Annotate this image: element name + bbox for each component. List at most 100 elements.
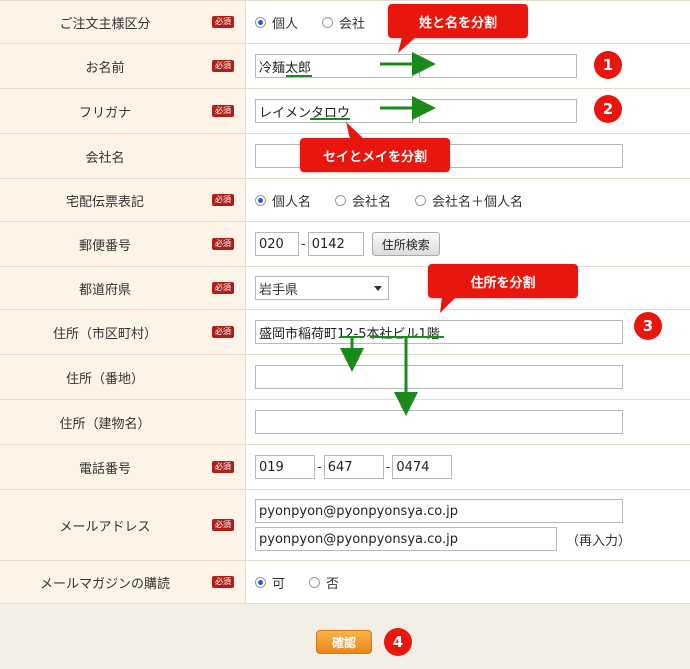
radio-dot <box>335 194 347 206</box>
first-kana-input[interactable] <box>419 99 577 123</box>
slip-label: 宅配伝票表記 <box>65 194 144 210</box>
radio-magazine-no[interactable]: 否 <box>309 573 339 592</box>
reenter-note: （再入力） <box>566 533 632 549</box>
row-prefecture: 都道府県 必須 岩手県 <box>0 267 690 310</box>
phone-part1-input[interactable]: 019 <box>255 455 315 479</box>
label-cell: お名前 必須 <box>0 44 246 88</box>
radio-slip-both[interactable]: 会社名＋個人名 <box>415 191 523 210</box>
label-cell: メールマガジンの購読 必須 <box>0 561 246 603</box>
last-name-input[interactable]: 冷麺太郎 <box>255 54 413 78</box>
row-address-building: 住所（建物名） <box>0 400 690 445</box>
kana-label: フリガナ <box>78 105 131 121</box>
radio-label: 個人名 <box>272 194 312 210</box>
address-building-input[interactable] <box>255 410 623 434</box>
phone-dash: - <box>385 459 391 475</box>
address-number-label: 住所（番地） <box>65 371 144 387</box>
radio-individual[interactable]: 個人 <box>255 13 298 32</box>
label-cell: 都道府県 必須 <box>0 267 246 309</box>
required-badge: 必須 <box>212 326 234 338</box>
label-cell: 住所（番地） <box>0 355 246 399</box>
radio-slip-individual[interactable]: 個人名 <box>255 191 311 210</box>
row-magazine: メールマガジンの購読 必須 可 否 <box>0 561 690 604</box>
first-name-input[interactable] <box>419 54 577 78</box>
label-cell: 会社名 <box>0 134 246 178</box>
radio-label: 個人 <box>272 16 299 32</box>
row-name: お名前 必須 冷麺太郎 <box>0 44 690 89</box>
label-cell: ご注文主様区分 必須 <box>0 1 246 43</box>
callout-split-name: 姓と名を分割 <box>388 4 528 53</box>
row-address-number: 住所（番地） <box>0 355 690 400</box>
phone-part3-input[interactable]: 0474 <box>392 455 453 479</box>
field-cell: 可 否 <box>246 561 690 603</box>
prefecture-label: 都道府県 <box>78 282 131 298</box>
email-input[interactable]: pyonpyon@pyonpyonsya.co.jp <box>255 499 623 523</box>
label-cell: 電話番号 必須 <box>0 445 246 489</box>
zip-dash: - <box>301 236 306 252</box>
required-badge: 必須 <box>212 105 234 117</box>
required-badge: 必須 <box>212 16 234 28</box>
callout-text: 住所を分割 <box>470 275 536 291</box>
field-cell: 盛岡市稲荷町12-5本社ビル1階 <box>246 310 690 354</box>
label-cell: メールアドレス 必須 <box>0 490 246 560</box>
name-underline <box>286 75 312 77</box>
email-label: メールアドレス <box>59 519 151 535</box>
zip-part2-input[interactable]: 0142 <box>307 232 364 256</box>
chevron-down-icon <box>374 285 382 291</box>
order-type-label: ご注文主様区分 <box>59 16 151 32</box>
row-slip: 宅配伝票表記 必須 個人名 会社名 会社名＋個人名 <box>0 179 690 222</box>
kana-underline <box>310 118 350 120</box>
radio-company[interactable]: 会社 <box>322 13 365 32</box>
callout-text: 姓と名を分割 <box>418 15 497 31</box>
row-order-type: ご注文主様区分 必須 個人 会社 <box>0 1 690 44</box>
radio-slip-company[interactable]: 会社名 <box>335 191 391 210</box>
label-cell: フリガナ 必須 <box>0 89 246 133</box>
callout-tail <box>346 122 364 139</box>
radio-dot <box>309 576 321 588</box>
field-cell: 冷麺太郎 <box>246 44 690 88</box>
step-4-badge: 4 <box>384 628 412 656</box>
address-building-underline <box>370 336 444 338</box>
callout-split-address: 住所を分割 <box>428 264 578 313</box>
radio-magazine-yes[interactable]: 可 <box>255 573 285 592</box>
prefecture-selected-value: 岩手県 <box>259 282 299 298</box>
prefecture-select[interactable]: 岩手県 <box>255 276 389 300</box>
row-email: メールアドレス 必須 pyonpyon@pyonpyonsya.co.jp py… <box>0 490 690 561</box>
field-cell <box>246 400 690 444</box>
radio-dot <box>255 576 266 588</box>
phone-part2-input[interactable]: 647 <box>323 455 384 479</box>
callout-tail <box>398 37 416 53</box>
radio-dot <box>415 194 427 206</box>
address-building-label: 住所（建物名） <box>59 416 151 432</box>
field-cell: 019 - 647 - 0474 <box>246 445 690 489</box>
field-cell <box>246 355 690 399</box>
radio-label: 会社 <box>339 16 366 32</box>
step-1-badge: 1 <box>594 51 622 79</box>
phone-dash: - <box>317 459 322 475</box>
field-cell: 個人名 会社名 会社名＋個人名 <box>246 179 690 221</box>
field-cell: pyonpyon@pyonpyonsya.co.jp pyonpyon@pyon… <box>246 490 690 560</box>
radio-label: 会社名＋個人名 <box>432 194 524 210</box>
required-badge: 必須 <box>212 60 234 72</box>
address-number-input[interactable] <box>255 365 623 389</box>
row-address-city: 住所（市区町村） 必須 盛岡市稲荷町12-5本社ビル1階 <box>0 310 690 355</box>
callout-split-kana: セイとメイを分割 <box>300 122 450 172</box>
address-search-button[interactable]: 住所検索 <box>371 232 440 256</box>
radio-label: 可 <box>272 576 286 592</box>
email-confirm-input[interactable]: pyonpyon@pyonpyonsya.co.jp <box>255 527 557 551</box>
label-cell: 住所（市区町村） 必須 <box>0 310 246 354</box>
radio-dot <box>255 16 266 28</box>
required-badge: 必須 <box>212 576 234 588</box>
name-label: お名前 <box>85 60 125 76</box>
row-zip: 郵便番号 必須 020 - 0142 住所検索 <box>0 222 690 267</box>
address-number-underline <box>340 336 364 338</box>
required-badge: 必須 <box>212 282 234 294</box>
callout-text: セイとメイを分割 <box>322 149 427 165</box>
company-label: 会社名 <box>85 150 125 166</box>
address-city-input[interactable]: 盛岡市稲荷町12-5本社ビル1階 <box>255 320 623 344</box>
required-badge: 必須 <box>212 461 234 473</box>
zip-part1-input[interactable]: 020 <box>255 232 299 256</box>
required-badge: 必須 <box>212 238 234 250</box>
radio-dot <box>255 194 266 206</box>
step-2-badge: 2 <box>594 95 622 123</box>
confirm-button[interactable]: 確認 <box>316 630 372 654</box>
